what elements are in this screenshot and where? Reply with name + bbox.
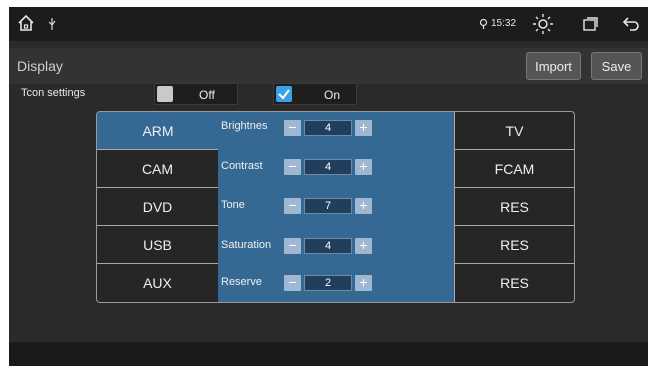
page-title: Display <box>17 58 63 74</box>
reserve-value: 2 <box>304 275 352 291</box>
tcon-off-option[interactable]: Off <box>154 83 238 105</box>
tone-label: Tone <box>221 199 245 211</box>
source-panel: ARM CAM DVD USB AUX Brightnes − 4 + Cont… <box>96 111 575 303</box>
bottom-bar <box>9 342 648 366</box>
reserve-label: Reserve <box>221 276 262 288</box>
check-icon <box>278 89 290 100</box>
save-button[interactable]: Save <box>591 52 642 80</box>
tcon-on-option[interactable]: On <box>273 83 357 105</box>
clock: 15:32 <box>491 18 517 29</box>
saturation-label: Saturation <box>221 239 272 251</box>
saturation-value: 4 <box>304 238 352 254</box>
source-tab-tv[interactable]: TV <box>454 112 574 150</box>
tone-minus-button[interactable]: − <box>284 198 301 214</box>
brightness-minus-button[interactable]: − <box>284 120 301 136</box>
source-tab-res-2[interactable]: RES <box>454 226 574 264</box>
header-bar: Display Import Save <box>9 48 648 84</box>
source-tab-cam[interactable]: CAM <box>97 150 219 188</box>
contrast-value: 4 <box>304 159 352 175</box>
source-list-right: TV FCAM RES RES RES <box>454 112 574 302</box>
back-icon[interactable] <box>622 16 640 37</box>
window-icon[interactable] <box>582 16 598 37</box>
location-icon <box>479 17 488 35</box>
contrast-minus-button[interactable]: − <box>284 159 301 175</box>
source-list-left: ARM CAM DVD USB AUX <box>97 112 219 302</box>
on-label: On <box>324 88 341 102</box>
usb-icon <box>47 17 57 36</box>
source-tab-dvd[interactable]: DVD <box>97 188 219 226</box>
on-checkbox[interactable] <box>276 86 292 102</box>
reserve-minus-button[interactable]: − <box>284 275 301 291</box>
contrast-label: Contrast <box>221 160 263 172</box>
source-tab-usb[interactable]: USB <box>97 226 219 264</box>
tcon-settings-label: Tcon settings <box>21 87 86 99</box>
import-button[interactable]: Import <box>526 52 581 80</box>
screen: 15:32 Display Import Save Tcon settings … <box>9 7 648 366</box>
source-tab-arm[interactable]: ARM <box>97 112 219 150</box>
source-tab-aux[interactable]: AUX <box>97 264 219 302</box>
adjustment-panel: Brightnes − 4 + Contrast − 4 + Tone − 7 … <box>218 112 454 302</box>
tone-value: 7 <box>304 198 352 214</box>
off-checkbox[interactable] <box>157 86 173 102</box>
source-tab-fcam[interactable]: FCAM <box>454 150 574 188</box>
tone-plus-button[interactable]: + <box>355 198 372 214</box>
saturation-plus-button[interactable]: + <box>355 238 372 254</box>
saturation-minus-button[interactable]: − <box>284 238 301 254</box>
status-bar: 15:32 <box>9 7 648 41</box>
brightness-plus-button[interactable]: + <box>355 120 372 136</box>
off-label: Off <box>199 88 215 102</box>
home-icon[interactable] <box>17 14 35 37</box>
contrast-plus-button[interactable]: + <box>355 159 372 175</box>
source-tab-res-3[interactable]: RES <box>454 264 574 302</box>
brightness-value: 4 <box>304 120 352 136</box>
reserve-plus-button[interactable]: + <box>355 275 372 291</box>
brightness-label: Brightnes <box>221 120 268 132</box>
source-tab-res-1[interactable]: RES <box>454 188 574 226</box>
brightness-icon[interactable] <box>532 13 554 40</box>
